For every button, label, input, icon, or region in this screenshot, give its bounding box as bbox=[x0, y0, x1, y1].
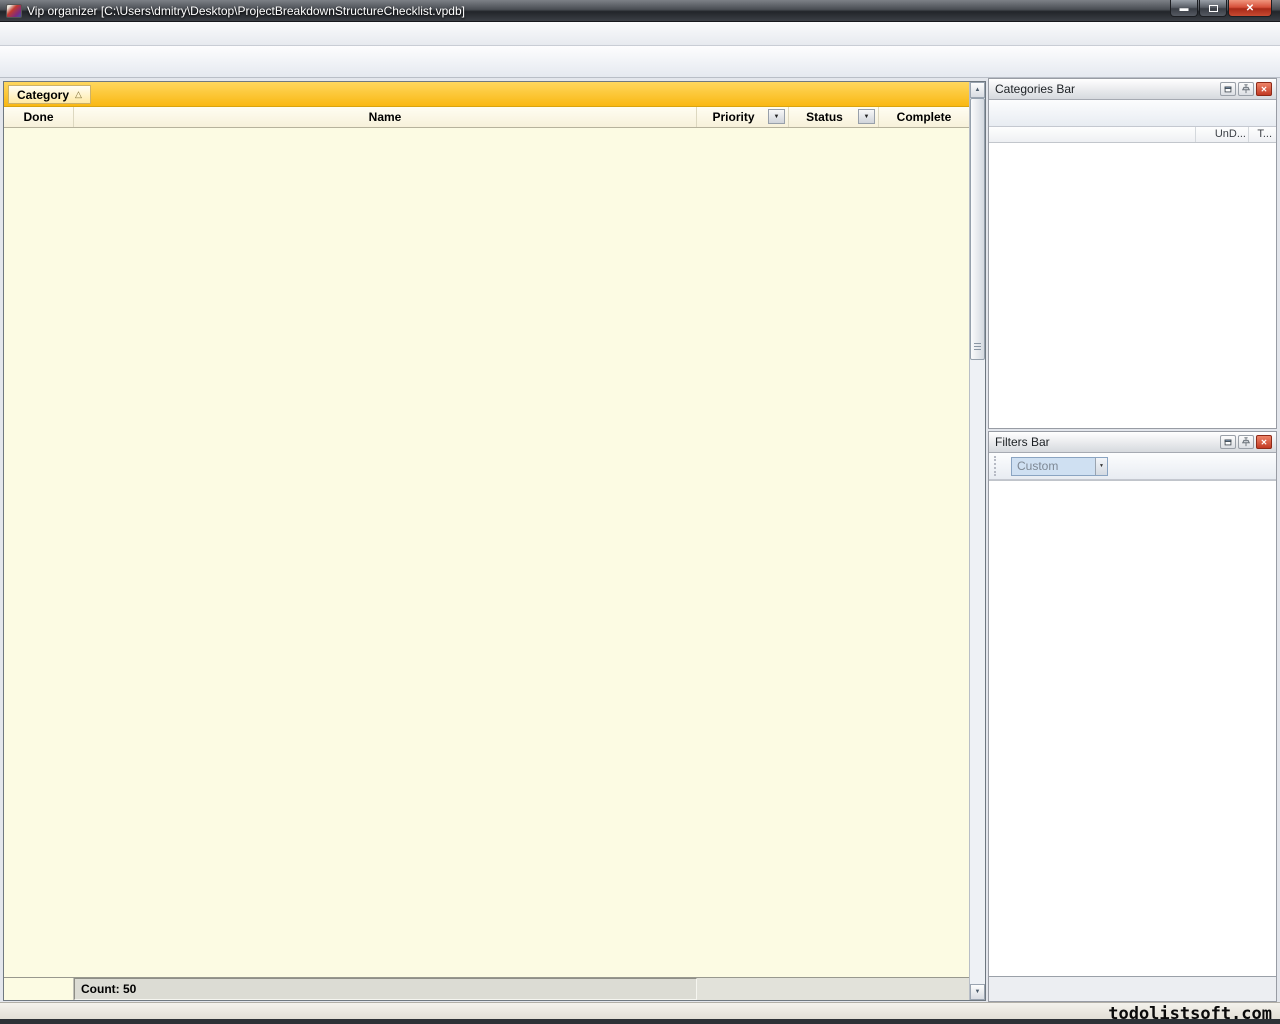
status-bar: todolistsoft.com bbox=[0, 1002, 1280, 1024]
undone-column-header[interactable]: UnD... bbox=[1200, 128, 1246, 140]
column-header-row: Done Name Priority ▼ Status ▼ Complete bbox=[4, 107, 969, 128]
categories-panel-title: Categories Bar bbox=[995, 82, 1075, 96]
column-header-status[interactable]: Status ▼ bbox=[789, 107, 879, 127]
scroll-up-button[interactable]: ▲ bbox=[970, 82, 985, 98]
filter-rows bbox=[989, 480, 1276, 481]
panel-pin-button[interactable] bbox=[1238, 435, 1254, 449]
footer-done-cell bbox=[4, 978, 74, 1000]
status-filter-button[interactable]: ▼ bbox=[858, 109, 875, 124]
filters-panel-title: Filters Bar bbox=[995, 435, 1050, 449]
categories-panel-header: Categories Bar ✕ bbox=[989, 79, 1276, 100]
filter-preset-value: Custom bbox=[1017, 459, 1058, 473]
chevron-down-icon[interactable]: ▼ bbox=[1095, 458, 1107, 475]
task-grid: Category △ Done Name Priority ▼ Status ▼… bbox=[3, 81, 986, 1001]
filters-toolbar: Custom ▼ bbox=[989, 453, 1276, 480]
column-header-done[interactable]: Done bbox=[4, 107, 74, 127]
footer-spacer bbox=[697, 978, 969, 1000]
panel-close-button[interactable]: ✕ bbox=[1256, 435, 1272, 449]
task-count: Count: 50 bbox=[81, 982, 136, 996]
panel-pin-button[interactable] bbox=[1238, 82, 1254, 96]
vertical-scrollbar[interactable]: ▲ ▼ bbox=[969, 82, 985, 1000]
scroll-down-button[interactable]: ▼ bbox=[970, 984, 985, 1000]
app-window: { "window": { "title": "Vip organizer [C… bbox=[0, 0, 1280, 1024]
main-toolbar bbox=[0, 46, 1280, 78]
categories-toolbar bbox=[989, 100, 1276, 127]
toolbar-grip[interactable] bbox=[994, 456, 999, 476]
minimize-button[interactable]: ▬ bbox=[1170, 0, 1198, 17]
column-header-name[interactable]: Name bbox=[74, 107, 697, 127]
panel-restore-button[interactable] bbox=[1220, 435, 1236, 449]
filters-panel: Filters Bar ✕ Custom ▼ bbox=[988, 431, 1277, 1002]
categories-panel: Categories Bar ✕ UnD... T... bbox=[988, 78, 1277, 429]
taskbar-edge bbox=[0, 1019, 1280, 1024]
grid-footer-row: Count: 50 bbox=[4, 977, 969, 1000]
group-by-label: Category bbox=[17, 88, 69, 102]
sort-ascending-icon: △ bbox=[75, 89, 82, 100]
close-button[interactable]: ✕ bbox=[1228, 0, 1272, 17]
filters-panel-header: Filters Bar ✕ bbox=[989, 432, 1276, 453]
panel-close-button[interactable]: ✕ bbox=[1256, 82, 1272, 96]
column-header-priority[interactable]: Priority ▼ bbox=[697, 107, 789, 127]
task-list bbox=[4, 128, 969, 977]
group-by-bar: Category △ bbox=[4, 82, 969, 107]
menu-bar bbox=[0, 22, 1280, 46]
title-bar: Vip organizer [C:\Users\dmitry\Desktop\P… bbox=[0, 0, 1280, 22]
total-column-header[interactable]: T... bbox=[1250, 128, 1272, 140]
column-header-complete[interactable]: Complete bbox=[879, 107, 969, 127]
window-title: Vip organizer [C:\Users\dmitry\Desktop\P… bbox=[27, 4, 465, 18]
maximize-icon bbox=[1209, 5, 1218, 12]
scrollbar-thumb[interactable] bbox=[970, 98, 985, 360]
filter-preset-combo[interactable]: Custom ▼ bbox=[1011, 457, 1108, 476]
panel-tabs bbox=[989, 976, 1276, 1001]
thumb-grip bbox=[974, 343, 981, 351]
restore-icon bbox=[1223, 84, 1233, 94]
pin-icon bbox=[1241, 84, 1251, 94]
footer-count-cell: Count: 50 bbox=[74, 978, 697, 1000]
tree-column-headers: UnD... T... bbox=[989, 127, 1276, 143]
pin-icon bbox=[1241, 437, 1251, 447]
priority-filter-button[interactable]: ▼ bbox=[768, 109, 785, 124]
restore-icon bbox=[1223, 437, 1233, 447]
app-icon bbox=[6, 4, 22, 18]
maximize-button[interactable] bbox=[1199, 0, 1227, 17]
group-by-category-button[interactable]: Category △ bbox=[8, 85, 91, 104]
panel-restore-button[interactable] bbox=[1220, 82, 1236, 96]
